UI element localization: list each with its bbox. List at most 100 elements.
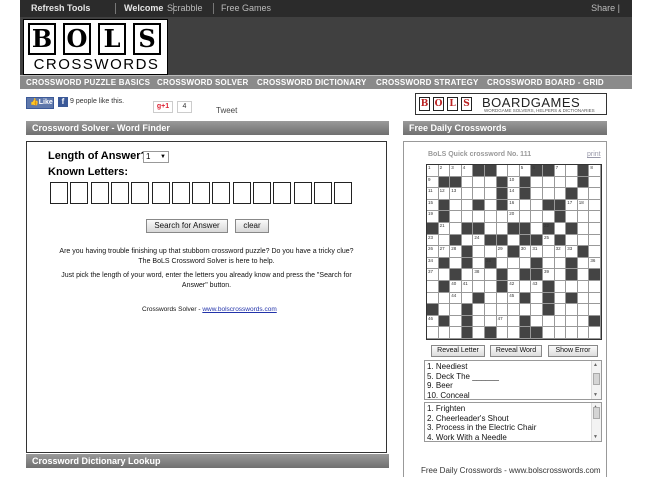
grid-cell[interactable] [543, 327, 555, 339]
grid-cell[interactable] [461, 188, 474, 200]
grid-cell[interactable] [554, 327, 567, 339]
grid-cell[interactable] [543, 176, 555, 189]
show-error-button[interactable]: Show Error [548, 345, 598, 357]
menu-crossword-strategy[interactable]: CROSSWORD STRATEGY [376, 78, 479, 87]
grid-cell[interactable]: 7 [554, 165, 567, 177]
grid-cell[interactable] [554, 269, 567, 281]
letter-input[interactable] [253, 182, 271, 204]
grid-cell[interactable] [531, 211, 543, 223]
grid-cell[interactable]: 2 [438, 165, 451, 177]
grid-cell[interactable]: 14 [508, 188, 520, 200]
grid-cell[interactable] [473, 281, 485, 293]
grid-cell[interactable] [473, 188, 485, 200]
clue-item[interactable]: 5. Deck The ______ [427, 372, 499, 381]
grid-cell[interactable]: 32 [554, 246, 567, 258]
grid-cell[interactable]: 20 [508, 211, 520, 223]
menu-crossword-dictionary[interactable]: CROSSWORD DICTIONARY [257, 78, 366, 87]
grid-cell[interactable]: 10 [508, 176, 520, 189]
grid-cell[interactable]: 27 [438, 246, 451, 258]
grid-cell[interactable] [427, 292, 439, 305]
grid-cell[interactable] [438, 269, 451, 281]
grid-cell[interactable]: 38 [473, 269, 485, 281]
grid-cell[interactable] [519, 211, 532, 223]
grid-cell[interactable] [473, 176, 485, 189]
grid-cell[interactable] [485, 292, 497, 305]
grid-cell[interactable] [554, 292, 567, 305]
bols-boardgames-banner[interactable]: B O L S BOARDGAMES WORDGAME SOLVERS, HEL… [415, 93, 607, 115]
grid-cell[interactable]: 19 [427, 211, 439, 223]
grid-cell[interactable] [450, 327, 462, 339]
bols-crosswords-logo[interactable]: B O L S CROSSWORDS [23, 19, 168, 75]
grid-cell[interactable] [450, 315, 462, 328]
grid-cell[interactable] [496, 165, 509, 177]
grid-cell[interactable]: 3 [450, 165, 462, 177]
letter-input[interactable] [90, 182, 109, 204]
grid-cell[interactable] [543, 257, 555, 270]
grid-cell[interactable]: 11 [427, 188, 439, 200]
grid-cell[interactable] [577, 281, 590, 293]
grid-cell[interactable] [485, 188, 497, 200]
grid-cell[interactable] [496, 327, 509, 339]
letter-input[interactable] [70, 182, 89, 204]
grid-cell[interactable] [566, 211, 578, 223]
grid-cell[interactable] [508, 234, 520, 247]
share-link[interactable]: Share | [591, 3, 620, 13]
grid-cell[interactable] [589, 188, 601, 200]
reveal-letter-button[interactable]: Reveal Letter [431, 345, 485, 357]
nav-free-games[interactable]: Free Games [221, 3, 271, 13]
nav-refresh-tools[interactable]: Refresh Tools [31, 3, 90, 13]
grid-cell[interactable] [543, 246, 555, 258]
grid-cell[interactable] [519, 199, 532, 212]
grid-cell[interactable] [473, 211, 485, 223]
grid-cell[interactable] [508, 327, 520, 339]
scroll-down-icon[interactable]: ▼ [593, 392, 598, 398]
grid-cell[interactable]: 42 [508, 281, 520, 293]
grid-cell[interactable] [589, 176, 601, 189]
grid-cell[interactable] [531, 315, 543, 328]
grid-cell[interactable]: 28 [450, 246, 462, 258]
search-for-answer-button[interactable]: Search for Answer [146, 219, 228, 233]
grid-cell[interactable] [543, 211, 555, 223]
grid-cell[interactable] [519, 257, 532, 270]
length-select[interactable]: 1 ▼ [143, 151, 169, 163]
grid-cell[interactable] [589, 211, 601, 223]
grid-cell[interactable] [566, 234, 578, 247]
grid-cell[interactable] [589, 292, 601, 305]
letter-input[interactable] [110, 182, 129, 204]
grid-cell[interactable] [473, 304, 485, 316]
grid-cell[interactable]: 23 [427, 234, 439, 247]
grid-cell[interactable] [531, 176, 543, 189]
clue-item[interactable]: 1. Frighten [427, 404, 465, 413]
letter-input[interactable] [151, 182, 170, 204]
grid-cell[interactable]: 18 [577, 199, 590, 212]
grid-cell[interactable]: 33 [566, 246, 578, 258]
grid-cell[interactable] [554, 223, 567, 235]
grid-cell[interactable] [496, 292, 509, 305]
grid-cell[interactable] [508, 165, 520, 177]
grid-cell[interactable]: 5 [519, 165, 532, 177]
letter-input[interactable] [192, 182, 211, 204]
grid-cell[interactable] [519, 304, 532, 316]
grid-cell[interactable] [554, 176, 567, 189]
grid-cell[interactable] [496, 223, 509, 235]
clue-item[interactable]: 4. Work With a Needle [427, 433, 507, 442]
grid-cell[interactable] [496, 304, 509, 316]
grid-cell[interactable] [450, 304, 462, 316]
letter-input[interactable] [313, 182, 332, 204]
grid-cell[interactable]: 45 [508, 292, 520, 305]
facebook-like-button[interactable]: 👍Like [26, 97, 54, 109]
grid-cell[interactable] [577, 292, 590, 305]
grid-cell[interactable] [508, 315, 520, 328]
grid-cell[interactable]: 21 [438, 223, 451, 235]
menu-crossword-board-grid[interactable]: CROSSWORD BOARD - GRID [487, 78, 604, 87]
grid-cell[interactable]: 13 [450, 188, 462, 200]
grid-cell[interactable] [508, 304, 520, 316]
grid-cell[interactable] [485, 199, 497, 212]
clue-item[interactable]: 10. Conceal [427, 391, 470, 400]
grid-cell[interactable] [531, 223, 543, 235]
grid-cell[interactable] [485, 223, 497, 235]
grid-cell[interactable] [531, 304, 543, 316]
grid-cell[interactable]: 47 [496, 315, 509, 328]
grid-cell[interactable] [577, 211, 590, 223]
grid-cell[interactable] [566, 176, 578, 189]
